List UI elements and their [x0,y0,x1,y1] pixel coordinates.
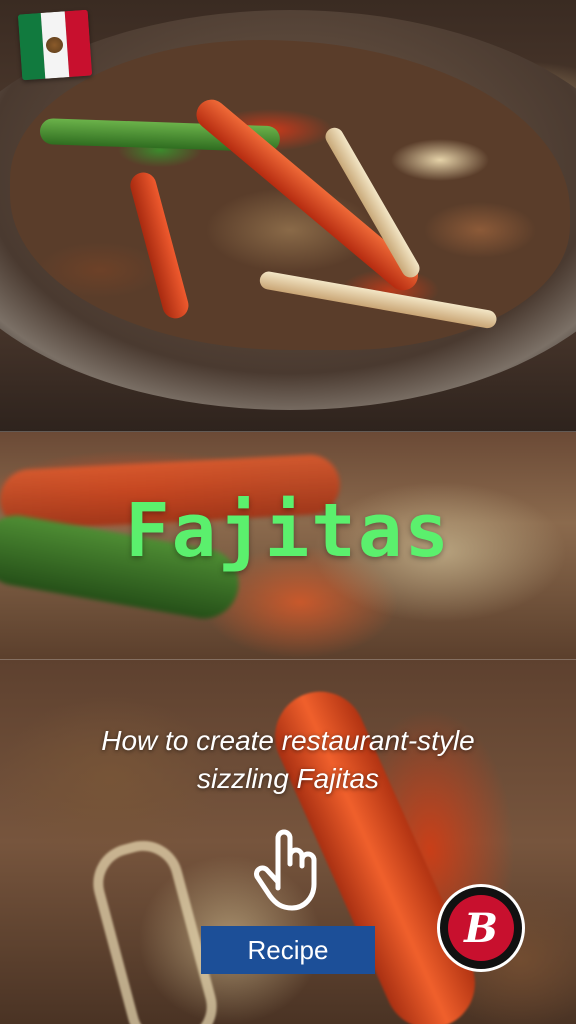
pointing-hand-icon [254,829,317,911]
subtitle: How to create restaurant-style sizzling … [101,725,475,794]
mexico-flag-icon [17,9,93,81]
brand-logo-icon: B [437,884,525,972]
page-title: Fajitas [125,488,451,574]
logo-letter: B [448,895,514,961]
recipe-button[interactable]: Recipe [201,926,375,974]
hero-food-photo [0,0,576,432]
